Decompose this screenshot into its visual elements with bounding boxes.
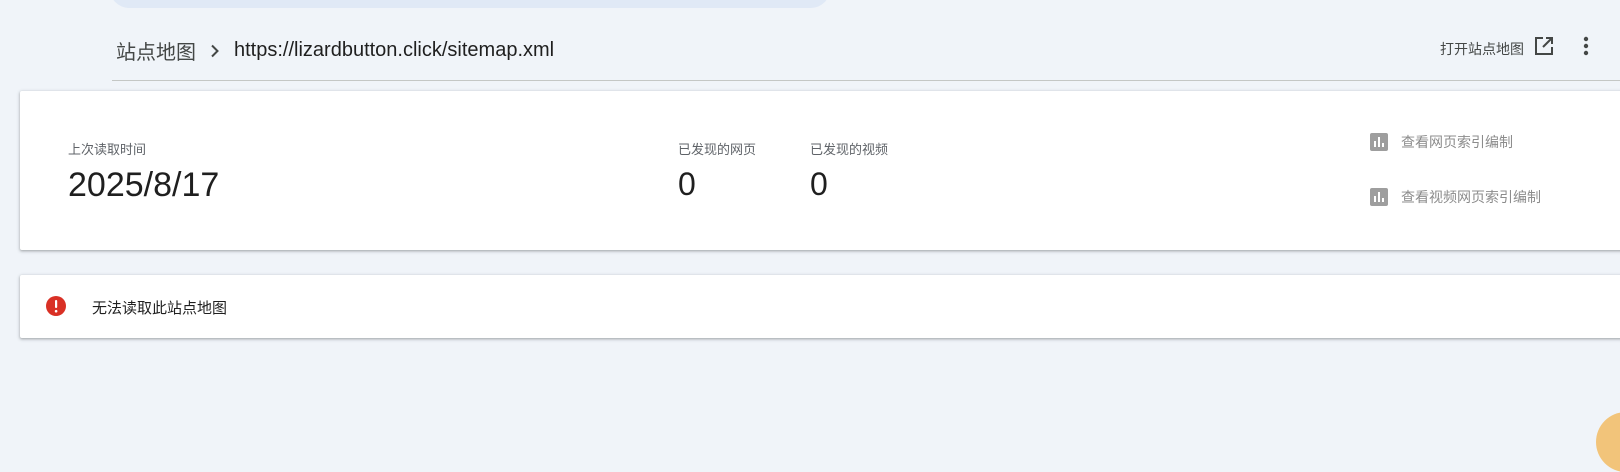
discovered-videos-label: 已发现的视频 [810, 142, 889, 157]
error-message: 无法读取此站点地图 [92, 300, 228, 317]
bar-chart-icon [1369, 132, 1389, 152]
open-sitemap-label: 打开站点地图 [1440, 40, 1524, 57]
last-read-label: 上次读取时间 [68, 142, 147, 157]
open-sitemap-link[interactable]: 打开站点地图 [1440, 36, 1554, 61]
header-divider [112, 80, 1620, 81]
discovered-videos-value: 0 [810, 166, 828, 202]
bar-chart-icon [1369, 187, 1389, 207]
error-icon [45, 295, 67, 322]
view-page-indexing-link[interactable]: 查看网页索引编制 [1369, 132, 1513, 152]
open-in-new-icon [1534, 36, 1554, 61]
breadcrumb-current-sitemap: https://lizardbutton.click/sitemap.xml [234, 39, 555, 61]
more-vert-icon [1583, 36, 1589, 60]
chevron-right-icon [210, 44, 220, 58]
sitemap-error-card: 无法读取此站点地图 [20, 275, 1620, 338]
floating-help-button-edge[interactable] [1596, 412, 1620, 472]
last-read-stat: 上次读取时间 2025/8/17 [68, 139, 219, 205]
last-read-value: 2025/8/17 [68, 166, 220, 204]
breadcrumb-root-link[interactable]: 站点地图 [116, 36, 196, 65]
top-search-bar-edge [110, 0, 830, 8]
view-page-indexing-label: 查看网页索引编制 [1401, 134, 1513, 150]
discovered-pages-label: 已发现的网页 [678, 142, 757, 157]
discovered-pages-value: 0 [678, 166, 696, 202]
discovered-pages-stat: 已发现的网页 0 [678, 139, 756, 203]
discovered-videos-stat: 已发现的视频 0 [810, 139, 888, 203]
view-video-indexing-label: 查看视频网页索引编制 [1401, 189, 1541, 205]
sitemap-stats-card: 上次读取时间 2025/8/17 已发现的网页 0 已发现的视频 0 查看网页索… [20, 91, 1620, 250]
more-options-button[interactable] [1583, 36, 1589, 61]
page-header: 站点地图 https://lizardbutton.click/sitemap.… [112, 22, 1620, 80]
breadcrumb: 站点地图 https://lizardbutton.click/sitemap.… [116, 36, 554, 65]
view-video-indexing-link[interactable]: 查看视频网页索引编制 [1369, 187, 1541, 207]
